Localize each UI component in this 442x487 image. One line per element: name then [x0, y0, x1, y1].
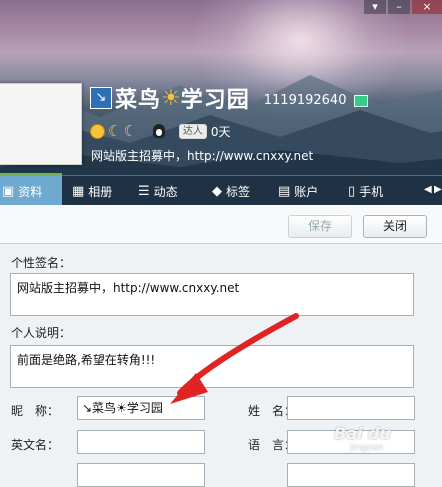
- window-menu-button[interactable]: ▾: [364, 0, 386, 14]
- english-name-label: 英文名：: [11, 438, 60, 452]
- level-moon-icon: ☾: [123, 121, 137, 140]
- close-button[interactable]: 关闭: [363, 215, 427, 238]
- save-button[interactable]: 保存: [288, 215, 352, 238]
- description-textarea[interactable]: 前面是绝路,希望在转角!!!: [10, 345, 414, 388]
- tab-bar: ▣ 资料 ▦ 相册 ☰ 动态 ◆ 标签 ▤ 账户 ▯ 手机 ◀ ▶: [0, 173, 442, 206]
- form-field-row4-right[interactable]: [287, 463, 415, 487]
- level-moon-icon: ☾: [108, 121, 122, 140]
- tab-label: 相册: [88, 184, 113, 199]
- sun-icon: ☀: [161, 85, 181, 111]
- penguin-icon[interactable]: [152, 124, 165, 138]
- qq-number: 1119192640: [263, 92, 347, 108]
- tab-profile[interactable]: ▣ 资料: [0, 173, 62, 206]
- baidu-watermark: Bai du jingyan: [334, 424, 391, 453]
- tab-tags[interactable]: ◆ 标签: [212, 176, 250, 206]
- tab-label: 动态: [153, 184, 178, 199]
- profile-banner: ▾ – × ↘ 菜鸟 ☀ 学习园 1119192640 ☾ ☾ 达人 0天 网站…: [0, 0, 442, 175]
- phone-icon: ▯: [348, 183, 356, 199]
- tab-label: 手机: [359, 184, 384, 199]
- tab-feed[interactable]: ☰ 动态: [138, 176, 178, 206]
- window-close-button[interactable]: ×: [412, 0, 442, 14]
- nickname-field[interactable]: ↘菜鸟☀学习园: [77, 396, 205, 420]
- description-label: 个人说明：: [11, 326, 72, 340]
- nickname-part1: 菜鸟: [115, 88, 162, 113]
- tab-scroll-right-icon[interactable]: ▶: [434, 184, 442, 195]
- expert-badge[interactable]: 达人: [178, 123, 207, 139]
- nickname-prefix-icon: ↘: [90, 87, 112, 109]
- watermark-text: Bai du: [334, 424, 391, 443]
- level-row: ☾ ☾ 达人 0天: [90, 122, 231, 140]
- window-minimize-button[interactable]: –: [388, 0, 410, 14]
- tab-account[interactable]: ▤ 账户: [278, 176, 318, 206]
- watermark-subtext: jingyan: [350, 443, 383, 453]
- name-field[interactable]: [287, 396, 415, 420]
- signature-textarea[interactable]: 网站版主招募中，http://www.cnxxy.net: [10, 273, 414, 316]
- tab-scroll-left-icon[interactable]: ◀: [424, 184, 432, 195]
- tab-phone[interactable]: ▯ 手机: [348, 176, 383, 206]
- wallet-icon: ▤: [278, 183, 291, 199]
- signature-label: 个性签名：: [11, 256, 72, 270]
- header-signature: 网站版主招募中，http://www.cnxxy.net: [91, 149, 314, 163]
- avatar[interactable]: [0, 83, 82, 165]
- nickname-part2: 学习园: [180, 88, 250, 113]
- tab-label: 标签: [226, 184, 251, 199]
- edit-toolbar: 保存 关闭: [0, 205, 442, 244]
- nickname-header: ↘ 菜鸟 ☀ 学习园 1119192640: [90, 84, 369, 113]
- tab-album[interactable]: ▦ 相册: [72, 176, 112, 206]
- tab-label: 资料: [18, 184, 43, 199]
- online-status-icon[interactable]: [354, 95, 369, 107]
- nickname-label: 昵 称：: [11, 404, 60, 418]
- profile-card-icon: ▣: [2, 183, 15, 199]
- days-count: 0天: [210, 124, 231, 139]
- english-name-field[interactable]: [77, 430, 205, 454]
- tab-label: 账户: [294, 184, 319, 199]
- level-sun-icon: [90, 123, 105, 139]
- photo-album-icon: ▦: [72, 183, 85, 199]
- form-field-row4[interactable]: [77, 463, 205, 487]
- tag-icon: ◆: [212, 183, 222, 199]
- feed-list-icon: ☰: [138, 183, 150, 199]
